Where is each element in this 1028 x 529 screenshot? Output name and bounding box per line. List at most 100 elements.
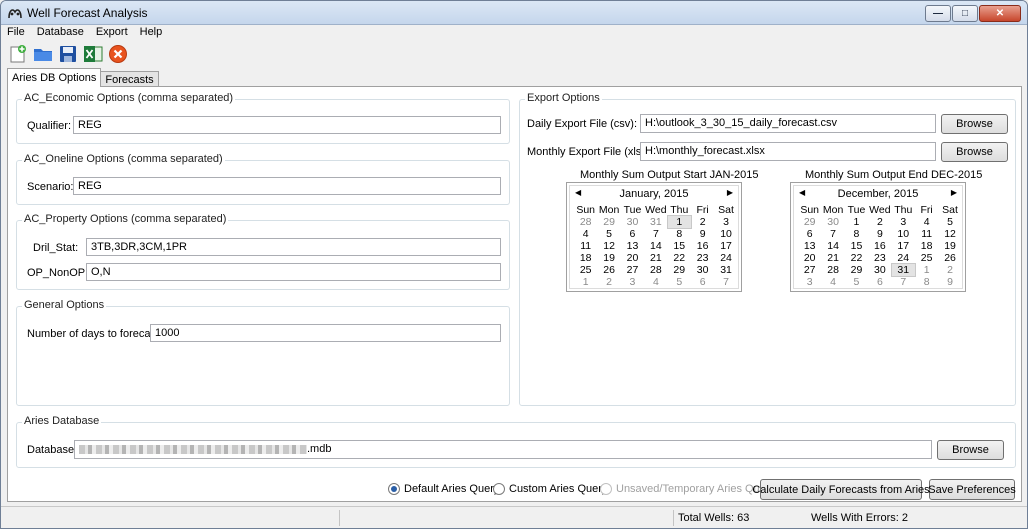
end-calendar-day[interactable]: 24 [892,252,915,264]
start-calendar-day[interactable]: 5 [597,228,620,240]
tab-aries-db-options[interactable]: Aries DB Options [7,68,102,87]
start-calendar-day[interactable]: 13 [621,240,644,252]
end-calendar-day[interactable]: 2 [938,264,961,276]
end-calendar-day[interactable]: 2 [868,216,891,228]
menu-database[interactable]: Database [31,25,90,41]
calculate-forecasts-button[interactable]: Calculate Daily Forecasts from Aries [752,479,930,500]
scenario-input[interactable]: REG [73,177,501,195]
default-query-radio[interactable]: Default Aries Query [388,483,499,495]
start-calendar-day[interactable]: 15 [668,240,691,252]
end-calendar-day[interactable]: 3 [892,216,915,228]
start-calendar-day[interactable]: 1 [574,276,597,288]
start-calendar-day[interactable]: 6 [621,228,644,240]
end-calendar-day[interactable]: 1 [845,216,868,228]
start-calendar-day[interactable]: 30 [691,264,714,276]
days-to-forecast-input[interactable]: 1000 [150,324,501,342]
start-calendar-day[interactable]: 8 [668,228,691,240]
end-calendar-day[interactable]: 26 [938,252,961,264]
start-calendar-day[interactable]: 4 [644,276,667,288]
end-calendar-day[interactable]: 5 [938,216,961,228]
end-calendar-day[interactable]: 31 [890,263,916,277]
end-calendar-day[interactable]: 1 [915,264,938,276]
database-browse-button[interactable]: Browse [937,440,1004,460]
start-calendar-day[interactable]: 31 [644,216,667,228]
end-calendar-day[interactable]: 20 [798,252,821,264]
end-calendar-day[interactable]: 13 [798,240,821,252]
start-calendar-day[interactable]: 7 [714,276,737,288]
start-calendar-day[interactable]: 21 [644,252,667,264]
start-calendar-day[interactable]: 24 [714,252,737,264]
start-calendar-day[interactable]: 6 [691,276,714,288]
end-calendar-day[interactable]: 28 [821,264,844,276]
monthly-export-input[interactable]: H:\monthly_forecast.xlsx [640,142,936,161]
end-calendar-day[interactable]: 9 [938,276,961,288]
monthly-browse-button[interactable]: Browse [941,142,1008,162]
database-path-input[interactable]: .mdb [74,440,932,459]
end-calendar-day[interactable]: 8 [915,276,938,288]
start-calendar-day[interactable]: 22 [668,252,691,264]
open-button[interactable] [32,43,54,65]
start-calendar-day[interactable]: 10 [714,228,737,240]
start-calendar-day[interactable]: 14 [644,240,667,252]
daily-export-input[interactable]: H:\outlook_3_30_15_daily_forecast.csv [640,114,936,133]
start-calendar-day[interactable]: 28 [644,264,667,276]
start-calendar-day[interactable]: 1 [666,215,692,229]
end-calendar-day[interactable]: 29 [798,216,821,228]
daily-browse-button[interactable]: Browse [941,114,1008,134]
dril-stat-input[interactable]: 3TB,3DR,3CM,1PR [86,238,501,256]
new-button[interactable] [7,43,29,65]
end-calendar-day[interactable]: 11 [915,228,938,240]
start-calendar-day[interactable]: 17 [714,240,737,252]
start-calendar-day[interactable]: 19 [597,252,620,264]
end-calendar-day[interactable]: 25 [915,252,938,264]
end-calendar-day[interactable]: 3 [798,276,821,288]
start-calendar-day[interactable]: 28 [574,216,597,228]
export-excel-button[interactable] [82,43,104,65]
maximize-button[interactable]: □ [952,5,978,22]
end-calendar-day[interactable]: 29 [845,264,868,276]
cancel-button[interactable] [107,43,129,65]
end-calendar-day[interactable]: 27 [798,264,821,276]
qualifier-input[interactable]: REG [73,116,501,134]
end-calendar-day[interactable]: 4 [821,276,844,288]
end-calendar-day[interactable]: 30 [868,264,891,276]
end-calendar-day[interactable]: 8 [845,228,868,240]
end-calendar-day[interactable]: 10 [892,228,915,240]
start-calendar-day[interactable]: 23 [691,252,714,264]
end-calendar-day[interactable]: 18 [915,240,938,252]
custom-query-radio[interactable]: Custom Aries Query [493,483,607,495]
start-calendar-day[interactable]: 2 [691,216,714,228]
end-calendar-day[interactable]: 7 [892,276,915,288]
minimize-button[interactable]: — [925,5,951,22]
end-calendar-day[interactable]: 23 [868,252,891,264]
start-calendar-day[interactable]: 31 [714,264,737,276]
start-calendar-day[interactable]: 29 [597,216,620,228]
start-calendar-day[interactable]: 29 [668,264,691,276]
close-window-button[interactable]: ✕ [979,5,1021,22]
start-calendar-day[interactable]: 25 [574,264,597,276]
start-calendar-day[interactable]: 18 [574,252,597,264]
start-calendar-day[interactable]: 11 [574,240,597,252]
start-calendar-day[interactable]: 2 [597,276,620,288]
end-calendar-day[interactable]: 15 [845,240,868,252]
start-calendar-day[interactable]: 9 [691,228,714,240]
start-calendar-day[interactable]: 16 [691,240,714,252]
end-calendar-day[interactable]: 16 [868,240,891,252]
end-next-month-icon[interactable]: ▶ [951,188,957,197]
end-calendar-day[interactable]: 12 [938,228,961,240]
start-calendar-day[interactable]: 12 [597,240,620,252]
start-calendar-day[interactable]: 20 [621,252,644,264]
start-month-calendar[interactable]: ◀ January, 2015 ▶ Sun Mon Tue Wed Thu Fri Sat 2… [566,182,742,292]
start-calendar-day[interactable]: 3 [714,216,737,228]
end-calendar-day[interactable]: 22 [845,252,868,264]
end-calendar-day[interactable]: 30 [821,216,844,228]
menu-export[interactable]: Export [90,25,134,41]
tab-forecasts[interactable]: Forecasts [100,71,159,87]
start-calendar-day[interactable]: 5 [668,276,691,288]
start-calendar-day[interactable]: 7 [644,228,667,240]
end-calendar-day[interactable]: 5 [845,276,868,288]
end-calendar-day[interactable]: 7 [821,228,844,240]
end-calendar-day[interactable]: 6 [798,228,821,240]
menu-help[interactable]: Help [134,25,169,41]
end-calendar-day[interactable]: 4 [915,216,938,228]
